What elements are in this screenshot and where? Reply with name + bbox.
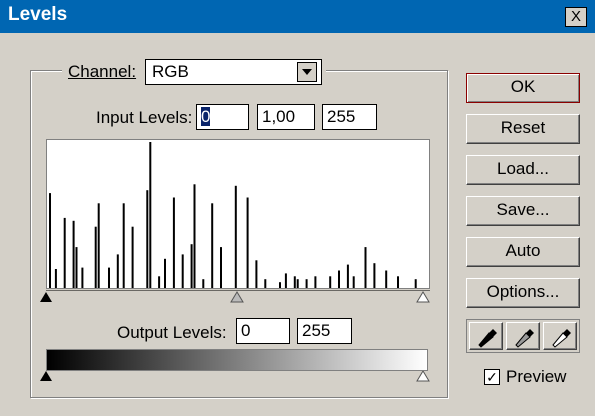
close-button[interactable]: X [565,7,587,27]
save-button[interactable]: Save... [466,196,580,226]
output-black-field[interactable]: 0 [236,318,290,344]
histogram-bar [63,217,66,288]
histogram-bar [202,279,205,288]
input-black-slider[interactable] [40,292,52,302]
histogram-bar [338,270,340,288]
histogram-bar [116,254,119,288]
histogram-bar [255,260,258,288]
output-white-slider[interactable] [416,371,430,382]
histogram-bar [181,254,184,288]
histogram-bar [373,263,376,288]
histogram-bar [397,276,399,288]
histogram-bar [81,267,84,288]
histogram-bar [49,193,51,288]
input-gamma-field[interactable]: 1,00 [257,104,315,130]
histogram-bar [279,282,281,288]
input-slider-track[interactable] [40,290,440,304]
channel-label-bg: Channel: [62,62,142,84]
window-title: Levels [8,4,68,25]
input-white-slider[interactable] [416,291,430,303]
histogram-bar [131,226,134,288]
white-eyedropper-button[interactable] [543,322,577,350]
histogram-bar [94,226,97,288]
auto-button[interactable]: Auto [466,237,580,267]
histogram-bar [108,267,110,288]
close-icon: X [570,8,581,25]
histogram-bar [54,269,57,288]
histogram-chart [49,142,417,288]
histogram-bar [364,247,367,288]
histogram-bar [284,273,287,288]
histogram-bar [158,276,161,288]
histogram-bar [211,203,214,288]
histogram-bar [314,276,317,288]
output-gradient [46,349,428,371]
histogram-bar [385,270,388,288]
dropdown-arrow-icon [302,69,312,75]
histogram-bar [346,264,349,288]
white-eyedropper-icon [552,329,571,348]
input-white-field[interactable]: 255 [322,104,377,130]
channel-dropdown-button[interactable] [297,62,317,82]
histogram-bar [97,203,100,288]
histogram-bar [220,247,222,288]
histogram-bar [305,279,308,288]
input-black-field[interactable]: 0 [196,104,249,130]
check-icon: ✓ [486,369,498,385]
preview-label: Preview [506,367,567,386]
black-eyedropper-icon [478,329,497,348]
histogram-bar [75,247,78,288]
channel-value: RGB [152,62,189,81]
histogram-bar [149,142,152,288]
histogram-bar [172,197,175,288]
histogram-bar [352,276,355,288]
load-button[interactable]: Load... [466,155,580,185]
histogram-bar [193,184,196,288]
input-levels-label: Input Levels: [96,108,193,127]
channel-label: Channel: [68,62,137,81]
histogram-bar [293,276,296,288]
channel-select[interactable]: RGB [145,59,322,85]
title-bar [0,0,595,33]
histogram-bar [122,203,125,288]
ok-button[interactable]: OK [466,73,580,103]
output-levels-label: Output Levels: [117,323,227,342]
histogram-bar [164,258,166,288]
output-slider-track[interactable] [40,371,440,383]
output-white-field[interactable]: 255 [297,318,352,344]
histogram-bar [234,185,237,288]
preview-checkbox[interactable]: ✓ [484,369,500,385]
histogram-bar [264,279,267,288]
gray-eyedropper-icon [515,329,534,348]
histogram-bar [296,279,299,288]
reset-button[interactable]: Reset [466,114,580,144]
histogram-bar [190,244,193,288]
input-gamma-slider[interactable] [230,291,244,303]
histogram-bar [414,279,417,288]
options-button[interactable]: Options... [466,278,580,308]
histogram-bar [72,220,75,288]
input-black-value: 0 [201,107,211,126]
histogram-bar [246,197,249,288]
histogram-bar [146,190,149,288]
histogram-bar [329,276,332,288]
gray-eyedropper-button[interactable] [506,322,540,350]
black-eyedropper-button[interactable] [469,322,503,350]
histogram [46,139,430,289]
output-black-slider[interactable] [40,371,52,381]
